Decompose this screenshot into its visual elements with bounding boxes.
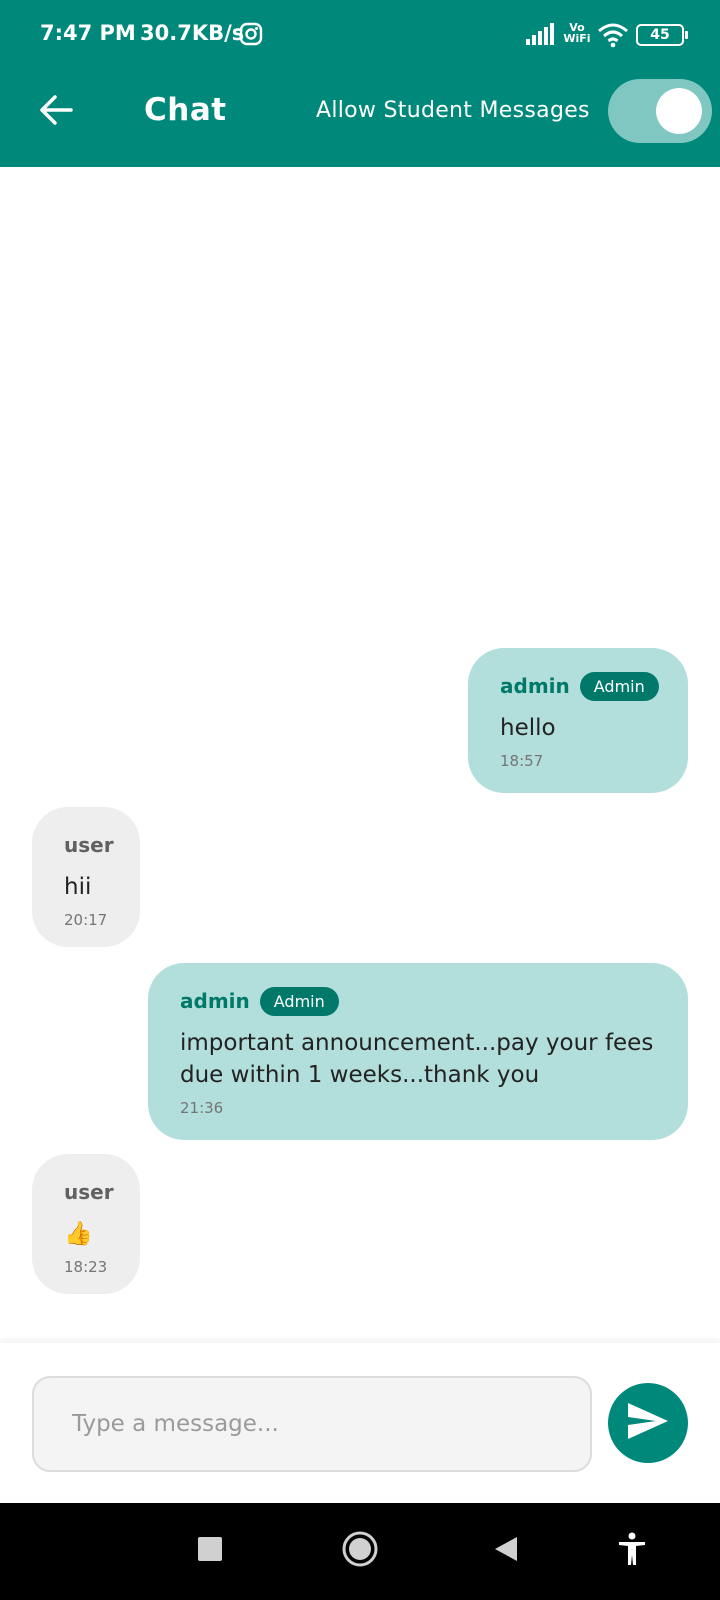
message-time: 21:36 xyxy=(180,1099,224,1117)
back-nav-button[interactable] xyxy=(482,1527,530,1575)
message-time: 18:23 xyxy=(64,1258,108,1276)
sender-name: admin xyxy=(500,674,570,698)
app-bar: Chat Allow Student Messages xyxy=(0,70,720,167)
message-bubble: admin Admin hello 18:57 xyxy=(468,648,688,793)
accessibility-icon xyxy=(617,1532,647,1570)
message-text: hello xyxy=(500,715,556,741)
accessibility-button[interactable] xyxy=(608,1527,656,1575)
battery-indicator: 45 xyxy=(636,24,688,46)
top-bar: 7:47 PM 30.7KB/s Vo WiFi 45 Chat Allow S… xyxy=(0,0,720,167)
message-input-box xyxy=(32,1376,592,1472)
status-time: 7:47 PM xyxy=(40,21,136,45)
back-button[interactable] xyxy=(32,88,80,136)
message-text: important announcement...pay your fees d… xyxy=(180,1030,654,1088)
sender-name: user xyxy=(64,1180,114,1204)
status-network-speed: 30.7KB/s xyxy=(140,21,245,45)
instagram-icon xyxy=(239,22,263,46)
sender-row: user xyxy=(64,829,114,861)
triangle-back-icon xyxy=(493,1535,519,1567)
message-text: 👍 xyxy=(64,1221,93,1247)
circle-icon xyxy=(341,1530,379,1572)
recents-button[interactable] xyxy=(186,1527,234,1575)
role-badge: Admin xyxy=(259,986,339,1016)
sender-name: user xyxy=(64,833,114,857)
page-title: Chat xyxy=(144,92,227,128)
message-time: 18:57 xyxy=(500,752,544,770)
message-text: hii xyxy=(64,874,92,900)
message-bubble: user hii 20:17 xyxy=(32,807,140,947)
send-icon xyxy=(626,1401,670,1445)
wifi-icon xyxy=(597,22,629,48)
sender-row: user xyxy=(64,1176,114,1208)
home-button[interactable] xyxy=(336,1527,384,1575)
arrow-left-icon xyxy=(38,94,74,130)
allow-student-messages-toggle[interactable] xyxy=(608,79,712,143)
message-bubble: admin Admin important announcement...pay… xyxy=(148,963,688,1140)
role-badge: Admin xyxy=(579,671,659,701)
sender-row: admin Admin xyxy=(500,670,659,702)
message-composer xyxy=(0,1343,720,1503)
message-input[interactable] xyxy=(34,1378,590,1470)
system-nav-bar xyxy=(0,1503,720,1600)
sender-name: admin xyxy=(180,989,250,1013)
status-bar: 7:47 PM 30.7KB/s Vo WiFi 45 xyxy=(0,0,720,70)
allow-student-messages-label: Allow Student Messages xyxy=(316,98,590,123)
send-button[interactable] xyxy=(608,1383,688,1463)
vowifi-icon: Vo WiFi xyxy=(563,21,591,45)
toggle-knob xyxy=(656,88,702,134)
message-time: 20:17 xyxy=(64,911,108,929)
sender-row: admin Admin xyxy=(180,985,656,1017)
message-bubble: user 👍 18:23 xyxy=(32,1154,140,1294)
signal-icon xyxy=(525,22,555,46)
message-list: admin Admin hello 18:57 user hii 20:17 a… xyxy=(0,167,720,1342)
square-icon xyxy=(197,1536,223,1566)
